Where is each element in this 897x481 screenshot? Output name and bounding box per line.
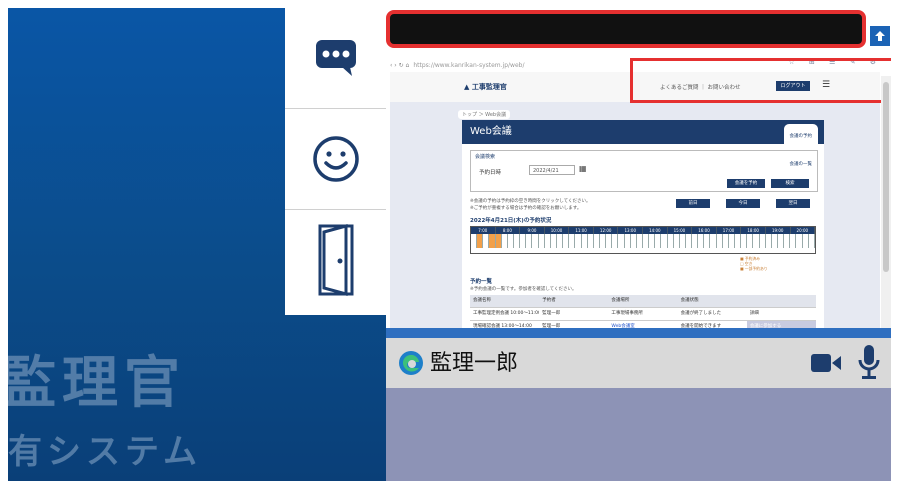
reserve-button[interactable]: 会議を予約 [727,179,765,188]
arrow-up-icon [875,31,885,41]
schedule-time-label: 11:00 [569,227,594,234]
shared-screen-bottom-strip [386,328,891,338]
background-subtitle: 有システム [8,432,202,472]
table-header: 会議名称 [473,298,491,303]
results-title: 予約一覧 [470,279,493,285]
smiley-face-icon [312,136,359,182]
schedule-time-label: 19:00 [766,227,791,234]
camera-icon[interactable] [810,352,842,374]
calendar-icon[interactable]: ▦ [579,164,587,173]
video-area [386,388,891,481]
vertical-scrollbar[interactable] [881,76,891,338]
next-day-button[interactable]: 翌日 [776,199,810,208]
table-header [747,295,816,307]
notice-line: ※ご予約が重複する場合は予約の確認をお願いします。 [470,206,582,211]
schedule-time-label: 16:00 [692,227,717,234]
table-cell: 工事現場事務所 [611,311,643,316]
schedule-time-label: 9:00 [520,227,545,234]
scrollbar-thumb[interactable] [883,82,889,272]
schedule-time-label: 7:00 [471,227,496,234]
schedule-slot[interactable] [809,234,815,248]
schedule-time-label: 18:00 [741,227,766,234]
legend-item: ■ 一部予約あり [740,266,768,271]
prev-day-button[interactable]: 前日 [676,199,710,208]
schedule-time-label: 8:00 [496,227,521,234]
date-label: 予約日時 [479,170,502,176]
schedule-legend: ■ 予約済み □ 空き ■ 一部予約あり [740,256,768,271]
table-row: 工事監理定例会議 10:00～11:00 監理一郎 工事現場事務所 会議が終了し… [470,308,816,321]
today-button[interactable]: 今日 [726,199,760,208]
schedule-slots[interactable] [471,234,815,248]
table-cell: 監理一郎 [542,311,561,316]
search-form-title: 会議検索 [475,154,496,160]
table-header: 予約者 [542,298,556,303]
search-button[interactable]: 検索 [771,179,809,188]
web-meeting-card: Web会議 会議の予約 会議の一覧 会議検索 予約日時 2022/4/21 ▦ … [462,120,824,335]
breadcrumb[interactable]: トップ ＞ Web会議 [458,110,511,119]
date-input[interactable]: 2022/4/21 [529,165,575,175]
table-header: 会議場所 [611,298,630,303]
chat-bubble-icon [315,40,356,76]
page-title-bar: Web会議 会議の予約 会議の一覧 [462,120,824,178]
schedule-time-label: 10:00 [545,227,570,234]
shared-screen-toolbar [386,10,866,48]
table-cell: 工事監理定例会議 10:00～11:00 [473,311,540,316]
page-title: Web会議 [470,126,512,137]
notice-line: ※会議の予約は予約枠の空き時間をクリックしてください。 [470,199,591,204]
schedule-time-label: 17:00 [717,227,742,234]
browser-url: https://www.kanrikan-system.jp/web/ [413,61,525,69]
table-cell[interactable]: 詳細 [747,308,816,320]
chat-button[interactable] [285,8,386,109]
schedule-time-label: 15:00 [668,227,693,234]
browser-edge-icon [399,351,423,375]
exit-door-icon [318,224,353,296]
highlight-box [630,58,891,103]
schedule-grid[interactable]: 7:00 8:00 9:00 10:00 11:00 12:00 13:00 14:00 15:… [470,226,816,254]
table-cell: 会議が終了しました [680,311,722,316]
notice-text: ※会議の予約は予約枠の空き時間をクリックしてください。 ※ご予約が重複する場合は… [470,198,591,212]
results-note: ※予約会議の一覧です。参加者を確認してください。 [470,287,577,292]
reaction-button[interactable] [285,109,386,210]
participant-name: 監理一郎 [430,351,519,376]
table-header: 会議状態 [680,298,699,303]
background-title: 監理官 [8,351,186,416]
exit-button[interactable] [285,210,386,310]
search-form: 会議検索 予約日時 2022/4/21 ▦ 会議を予約 検索 [470,150,818,192]
schedule-time-label: 14:00 [643,227,668,234]
reserve-meeting-button[interactable]: 会議の予約 [783,124,818,150]
schedule-time-label: 20:00 [791,227,816,234]
side-menu [285,8,386,315]
site-logo: ▲ 工事監理官 [464,83,507,91]
schedule-time-header: 7:00 8:00 9:00 10:00 11:00 12:00 13:00 14:00 15:… [471,227,816,234]
participant-bar: 監理一郎 [386,338,891,388]
schedule-time-label: 13:00 [618,227,644,234]
microphone-icon[interactable] [858,344,880,382]
shared-screen: ‹ › ↻ ⌂ https://www.kanrikan-system.jp/w… [386,8,891,338]
schedule-time-label: 12:00 [594,227,619,234]
browser-nav-icons: ‹ › ↻ ⌂ [390,61,410,69]
schedule-title: 2022年4月21日(木)の予約状況 [470,218,552,224]
table-header-row: 会議名称 予約者 会議場所 会議状態 [470,295,816,308]
site-body: トップ ＞ Web会議 Web会議 会議の予約 会議の一覧 会議検索 予約日時 … [390,102,880,338]
app-frame: 監理官 有システム ‹ › ↻ ⌂ https://www.kanrikan-s… [8,8,891,481]
screen-share-toggle-button[interactable] [868,24,891,48]
